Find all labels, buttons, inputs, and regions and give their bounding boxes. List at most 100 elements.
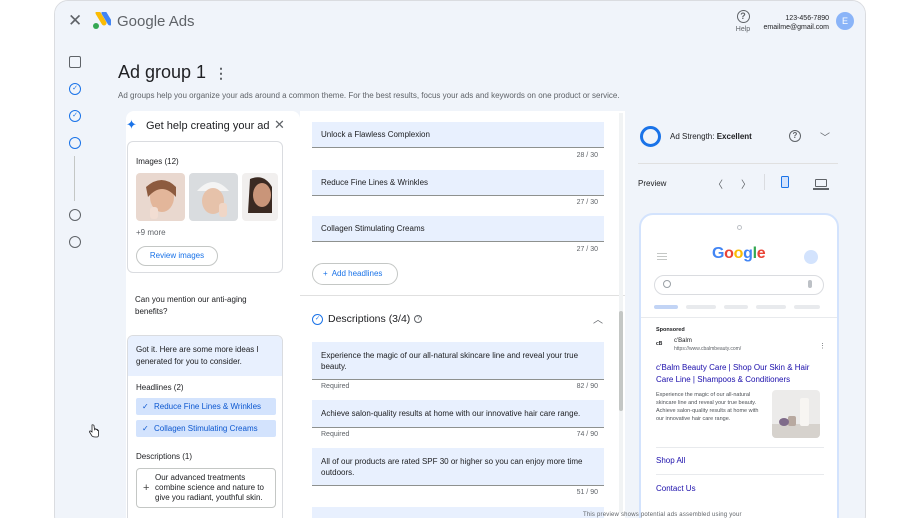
description-input[interactable]: Achieve salon-quality results at home wi…	[312, 400, 604, 428]
more-options-icon[interactable]: ⋮	[214, 65, 228, 82]
ad-title: c'Balm Beauty Care | Shop Our Skin & Hai…	[656, 363, 810, 384]
headline-suggestion-chip[interactable]: ✓ Reduce Fine Lines & Wrinkles	[136, 398, 276, 415]
char-count: 28 / 30	[576, 152, 598, 159]
close-assistant-icon[interactable]: ✕	[274, 117, 285, 133]
advertiser-url: https://www.cbalmbeauty.com/	[674, 346, 742, 352]
divider	[638, 163, 838, 164]
description-suggestion-chip[interactable]: + Our advanced treatments combine scienc…	[136, 468, 276, 508]
headline-input[interactable]: Reduce Fine Lines & Wrinkles	[312, 170, 604, 196]
image-thumbnail[interactable]	[242, 173, 278, 221]
form-scrollbar-thumb[interactable]	[619, 311, 623, 411]
step-complete-icon[interactable]: ✓	[69, 110, 81, 122]
rail-connector	[74, 156, 75, 201]
assistant-reply: Got it. Here are some more ideas I gener…	[128, 336, 282, 376]
camera-icon	[737, 225, 742, 230]
sitelink: Shop All	[656, 456, 686, 465]
headline-suggestion-chip[interactable]: ✓ Collagen Stimulating Creams	[136, 420, 276, 437]
mic-icon	[808, 280, 812, 288]
chevron-right-icon[interactable]: 〉	[741, 176, 751, 191]
search-tab	[654, 305, 678, 309]
avatar[interactable]: E	[836, 12, 854, 30]
add-headlines-button[interactable]: + Add headlines	[312, 263, 398, 285]
chip-label: Collagen Stimulating Creams	[154, 424, 258, 433]
section-divider	[300, 295, 625, 296]
search-icon	[663, 280, 671, 288]
assistant-header: ✦ Get help creating your ad ✕	[126, 111, 300, 141]
ad-image	[772, 390, 820, 438]
image-thumbnail[interactable]	[189, 173, 238, 221]
search-tab	[686, 305, 716, 309]
assistant-panel: ✦ Get help creating your ad ✕ Images (12…	[126, 111, 300, 518]
suggested-headlines-label: Headlines (2)	[136, 383, 184, 392]
images-label: Images (12)	[136, 157, 179, 166]
step-pending-icon[interactable]	[69, 236, 81, 248]
headline-input[interactable]: Unlock a Flawless Complexion	[312, 122, 604, 148]
suggested-descriptions-label: Descriptions (1)	[136, 452, 193, 461]
add-headlines-label: Add headlines	[331, 269, 383, 278]
desktop-preview-icon[interactable]	[815, 179, 827, 187]
menu-icon	[657, 253, 667, 260]
image-thumbnail[interactable]	[136, 173, 185, 221]
more-images-label: +9 more	[136, 228, 166, 237]
review-images-button[interactable]: Review images	[136, 246, 218, 266]
user-question: Can you mention our anti-aging benefits?	[135, 295, 247, 316]
advertiser-name: c'Balm	[674, 338, 692, 344]
chevron-left-icon[interactable]: 〈	[713, 176, 723, 191]
google-ads-logo-icon	[93, 12, 111, 29]
search-tab	[724, 305, 748, 309]
divider	[656, 447, 824, 448]
sitelink: Contact Us	[656, 484, 696, 493]
char-count: 74 / 90	[576, 431, 598, 438]
check-icon: ✓	[142, 424, 149, 433]
top-bar: ✕ Google Ads ? Help 123-456-7890 emailme…	[55, 1, 865, 41]
check-circle-icon: ✓	[312, 313, 323, 325]
chip-label: Our advanced treatments combine science …	[155, 473, 264, 502]
search-tab	[794, 305, 820, 309]
assistant-reply-card: Got it. Here are some more ideas I gener…	[127, 335, 283, 518]
preview-disclaimer: This preview shows potential ads assembl…	[583, 512, 742, 518]
google-logo: Google	[712, 245, 766, 263]
step-current-icon[interactable]	[69, 137, 81, 149]
account-phone: 123-456-7890	[785, 15, 829, 22]
divider	[764, 174, 765, 190]
mobile-preview-icon[interactable]	[781, 176, 789, 188]
chevron-up-icon[interactable]: ︿	[593, 311, 603, 326]
step-pending-icon[interactable]	[69, 209, 81, 221]
char-count: 51 / 90	[576, 489, 598, 496]
headline-input[interactable]: Collagen Stimulating Creams	[312, 216, 604, 242]
preview-label: Preview	[638, 179, 667, 188]
descriptions-title: Descriptions (3/4)	[328, 313, 411, 325]
ad-strength: Ad Strength: Excellent	[670, 132, 752, 141]
char-count: 27 / 30	[576, 246, 598, 253]
account-info[interactable]: 123-456-7890 emailme@gmail.com	[764, 14, 829, 32]
description-input[interactable]: Experience the magic of our all-natural …	[312, 342, 604, 380]
close-icon[interactable]: ✕	[68, 11, 82, 31]
google-logo-letter: o	[733, 245, 744, 262]
descriptions-header[interactable]: ✓ Descriptions (3/4)?	[312, 313, 423, 325]
step-complete-icon[interactable]: ✓	[69, 83, 81, 95]
help-icon: ?	[736, 10, 750, 23]
description-input-empty[interactable]	[312, 507, 604, 518]
search-tab	[756, 305, 786, 309]
google-logo-letter: G	[712, 245, 725, 262]
help-icon[interactable]: ?	[789, 130, 801, 142]
avatar-placeholder	[804, 250, 818, 264]
advertiser-logo: cB	[656, 341, 663, 347]
check-icon: ✓	[142, 402, 149, 411]
description-meta: 82 / 90 Required	[321, 383, 598, 390]
chevron-down-icon[interactable]: ﹀	[820, 129, 830, 144]
char-count: 82 / 90	[576, 383, 598, 390]
ad-strength-ring	[640, 126, 661, 147]
page-subtitle: Ad groups help you organize your ads aro…	[118, 91, 620, 100]
strength-label: Ad Strength:	[670, 132, 715, 141]
strength-value: Excellent	[716, 132, 752, 141]
more-options-icon: ⋮	[819, 343, 826, 350]
assistant-title: Get help creating your ad	[146, 120, 270, 132]
campaign-icon[interactable]	[69, 56, 81, 68]
google-logo-letter: g	[743, 245, 753, 262]
help-icon[interactable]: ?	[414, 315, 423, 324]
help-button[interactable]: ? Help	[733, 10, 753, 33]
plus-icon: +	[143, 482, 150, 494]
description-input[interactable]: All of our products are rated SPF 30 or …	[312, 448, 604, 486]
ad-form: Unlock a Flawless Complexion 28 / 30 Red…	[300, 111, 625, 518]
